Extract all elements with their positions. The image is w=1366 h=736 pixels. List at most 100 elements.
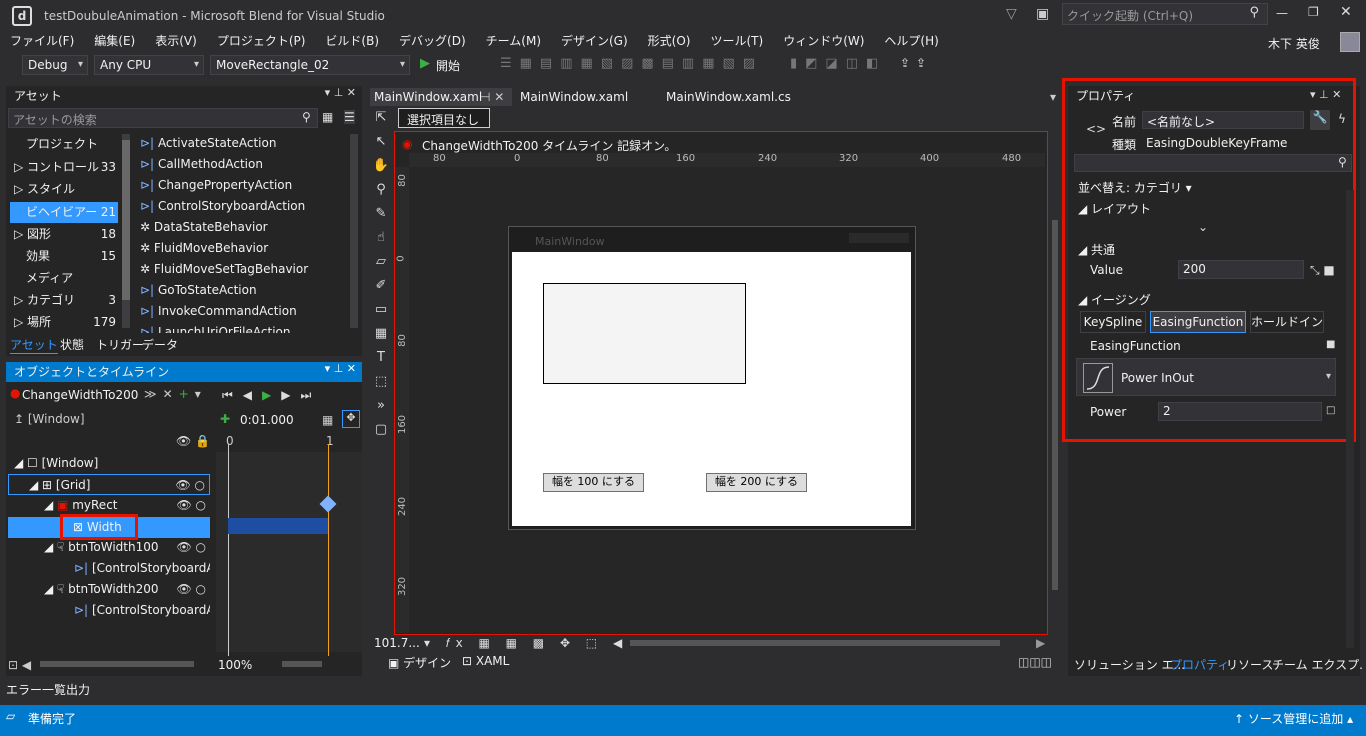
tree-myrect[interactable]: ◢ ▣ myRect 👁 ○ <box>44 495 210 516</box>
tab-assets[interactable]: アセット <box>10 336 58 354</box>
list-item[interactable]: ✲ FluidMoveSetTagBehavior <box>140 259 308 280</box>
start-icon[interactable]: ▶ <box>420 56 430 71</box>
power-field[interactable]: 2 <box>1158 402 1322 421</box>
list-item[interactable]: ⊳| ControlStoryboardAction <box>140 196 305 217</box>
minimize-button[interactable]: — <box>1276 6 1288 20</box>
value-field[interactable]: 200 <box>1178 260 1304 279</box>
visibility-eye-icon[interactable]: 👁 🔒 <box>176 434 210 448</box>
tab-mainwindow-xaml[interactable]: MainWindow.xaml <box>516 88 628 106</box>
tab-keyspline[interactable]: KeySpline <box>1080 311 1146 333</box>
grid-view-icon[interactable]: ▦ <box>322 110 333 124</box>
notification-icon[interactable]: ▣ <box>1036 6 1049 22</box>
tab-data[interactable]: データ <box>142 336 178 353</box>
menu-edit[interactable]: 編集(E) <box>84 32 145 52</box>
menu-help[interactable]: ヘルプ(H) <box>874 32 948 52</box>
name-field[interactable]: <名前なし> <box>1142 111 1304 129</box>
menu-file[interactable]: ファイル(F) <box>0 32 84 52</box>
split-view-icons[interactable]: ◫◫◫ <box>1018 655 1052 669</box>
view-tab-design[interactable]: ▣ デザイン <box>388 654 451 671</box>
deploy-icons[interactable]: ⇪⇪ <box>900 56 932 70</box>
list-item[interactable]: ✲ FluidMoveBehavior <box>140 238 268 259</box>
panel-buttons[interactable]: ▾ ⊥ ✕ <box>325 362 356 375</box>
bookmark-icons[interactable]: ▮◩◪◫◧ <box>790 56 886 71</box>
source-control-button[interactable]: ↑ ソース管理に追加 ▴ <box>1234 710 1353 727</box>
zoom-level[interactable]: 101.7... <box>374 636 420 650</box>
sort-dropdown[interactable]: 並べ替え: カテゴリ ▾ <box>1078 179 1192 196</box>
list-view-icon[interactable]: ☰ <box>344 110 355 124</box>
asset-cat-project[interactable]: プロジェクト <box>14 134 118 155</box>
properties-scrollbar[interactable] <box>1346 190 1354 648</box>
timeline-track[interactable] <box>216 452 362 652</box>
tab-mainwindow-xaml-active[interactable]: MainWindow.xaml ⊣ ✕ <box>370 88 512 106</box>
tree-window[interactable]: ◢ ☐ [Window] <box>14 453 210 474</box>
tree-action2[interactable]: ⊳| [ControlStoryboardActi <box>74 600 210 621</box>
avatar[interactable] <box>1340 32 1360 52</box>
timeline-time[interactable]: 0:01.000 <box>240 413 294 427</box>
project-dropdown[interactable]: MoveRectangle_02 <box>210 55 410 75</box>
recording-icon[interactable]: ◉ <box>402 137 412 151</box>
filter-icon[interactable]: ▽ <box>1006 6 1017 22</box>
editor-vscroll-thumb[interactable] <box>1052 220 1058 590</box>
tree-grid[interactable]: ◢ ⊞ [Grid] 👁 ○ <box>8 474 210 495</box>
tab-solution-explorer[interactable]: ソリューション エ... <box>1074 656 1185 673</box>
menu-format[interactable]: 形式(O) <box>638 32 701 52</box>
asset-cat-effects[interactable]: 効果 15 <box>14 246 118 267</box>
menu-design[interactable]: デザイン(G) <box>551 32 638 52</box>
add-keyframe-icon[interactable]: ✚ <box>220 412 230 426</box>
panel-buttons[interactable]: ▾ ⊥ ✕ <box>325 86 356 99</box>
tab-triggers[interactable]: トリガー <box>96 336 144 353</box>
menu-tools[interactable]: ツール(T) <box>700 32 773 52</box>
snap-icon[interactable]: ▦ <box>322 413 333 427</box>
menu-team[interactable]: チーム(M) <box>476 32 551 52</box>
auto-key-icon[interactable]: ✥ <box>342 410 360 428</box>
advanced-options-icon[interactable]: ⤡ ■ <box>1310 263 1335 278</box>
view-tool-icons[interactable]: ▾ 𝑓x ▦ ▦ ▩ ✥ ⬚ ◀ <box>424 636 628 651</box>
timeline-zoom[interactable]: 100% <box>218 658 252 672</box>
section-easing[interactable]: ◢ イージング <box>1078 291 1151 308</box>
wrench-icon[interactable]: 🔧 <box>1310 110 1330 130</box>
asset-cat-styles[interactable]: ▷ スタイル <box>14 179 118 200</box>
tool-icons[interactable]: ⇱ ↖ ✋ ⚲ ✎ ☝ ▱ ✐ ▭ ▦ T ⬚» ▢ <box>370 106 392 442</box>
menu-window[interactable]: ウィンドウ(W) <box>773 32 874 52</box>
asset-cat-location[interactable]: ▷ 場所 179 <box>14 312 118 333</box>
advanced-options-icon[interactable]: ■ <box>1326 339 1335 350</box>
btn-width-200[interactable]: 幅を 200 にする <box>706 473 807 492</box>
asset-cat-category[interactable]: ▷ カテゴリ 3 <box>14 290 118 311</box>
asset-search-input[interactable]: アセットの検索 <box>8 108 318 128</box>
my-rect[interactable] <box>543 283 746 384</box>
list-item[interactable]: ⊳| ActivateStateAction <box>140 133 276 154</box>
playback-controls[interactable]: ⏮◀▶▶⏭ <box>222 388 321 403</box>
tab-holdin[interactable]: ホールドイン <box>1250 311 1324 333</box>
tab-easingfunction[interactable]: EasingFunction <box>1150 311 1246 333</box>
playhead[interactable] <box>328 444 329 656</box>
asset-cat-media[interactable]: メディア <box>14 268 118 289</box>
tab-mainwindow-cs[interactable]: MainWindow.xaml.cs <box>662 88 791 106</box>
property-search-input[interactable] <box>1074 154 1352 172</box>
tab-output[interactable]: 出力 <box>66 681 90 698</box>
editor-hscrollbar[interactable] <box>630 640 1000 646</box>
tab-resources[interactable]: リソース <box>1226 656 1273 673</box>
view-tab-xaml[interactable]: ⊡ XAML <box>462 654 509 668</box>
start-button[interactable]: 開始 <box>436 57 460 74</box>
list-item[interactable]: ✲ DataStateBehavior <box>140 217 268 238</box>
easing-function-dropdown[interactable]: Power InOut ▾ <box>1076 358 1336 396</box>
asset-cat-controls[interactable]: ▷ コントロール 33 <box>14 157 118 178</box>
list-item[interactable]: ⊳| CallMethodAction <box>140 154 263 175</box>
asset-cat-shapes[interactable]: ▷ 図形 18 <box>14 224 118 245</box>
tab-overflow-icon[interactable]: ▾ <box>1050 90 1056 104</box>
config-dropdown[interactable]: Debug <box>22 55 88 75</box>
lightning-icon[interactable]: ϟ <box>1338 112 1346 126</box>
asset-cat-behaviors[interactable]: ビヘイビアー 21 <box>10 202 118 223</box>
list-item[interactable]: ⊳| ChangePropertyAction <box>140 175 292 196</box>
menu-build[interactable]: ビルド(B) <box>315 32 389 52</box>
list-item[interactable]: ⊳| InvokeCommandAction <box>140 301 297 322</box>
restore-button[interactable]: ❐ <box>1308 5 1319 19</box>
window-root[interactable]: ↥ [Window] <box>14 412 85 426</box>
advanced-options-icon[interactable]: □ <box>1326 405 1335 416</box>
menu-debug[interactable]: デバッグ(D) <box>389 32 476 52</box>
tab-states[interactable]: 状態 <box>60 336 84 353</box>
section-layout[interactable]: ◢ レイアウト <box>1078 200 1151 217</box>
section-common[interactable]: ◢ 共通 <box>1078 241 1115 258</box>
list-item[interactable]: ⊳| LaunchUriOrFileAction <box>140 322 290 333</box>
user-name[interactable]: 木下 英俊 <box>1268 35 1320 52</box>
